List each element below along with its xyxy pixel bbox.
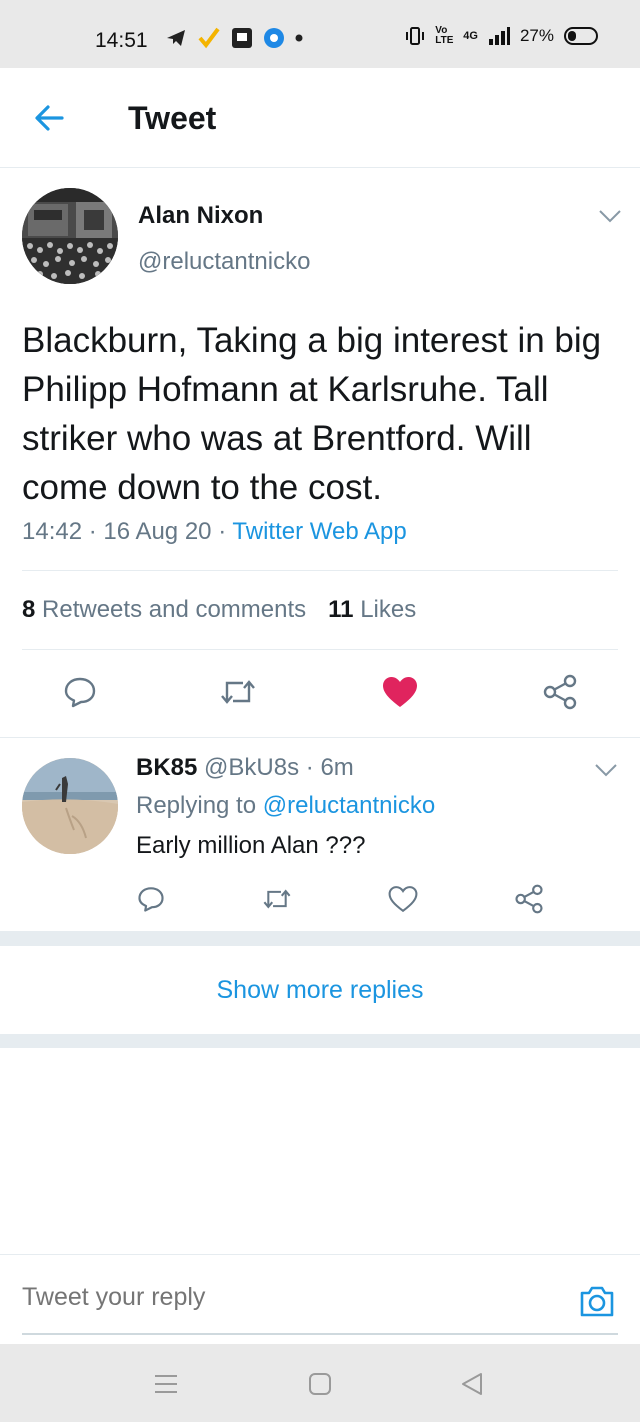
status-time: 14:51 (95, 29, 148, 52)
app-icon (232, 28, 252, 48)
system-icons: Vo LTE 4G 27% (405, 26, 598, 46)
chevron-down-icon[interactable] (594, 762, 618, 778)
heart-filled-icon (383, 677, 417, 707)
chevron-down-icon[interactable] (598, 208, 622, 224)
retweet-button[interactable] (218, 672, 258, 712)
replying-prefix: Replying to (136, 792, 257, 819)
reply-share-button[interactable] (512, 882, 546, 916)
crowd-photo-icon (22, 188, 118, 284)
check-icon (198, 27, 220, 49)
back-triangle-icon (462, 1373, 482, 1395)
show-more-replies-button[interactable]: Show more replies (0, 946, 640, 1034)
battery-icon (564, 27, 598, 45)
likes-stat[interactable]: 11 Likes (328, 596, 416, 624)
retweets-label: Retweets and comments (42, 596, 307, 623)
system-navigation-bar (0, 1344, 640, 1422)
circle-app-icon (264, 28, 284, 48)
network-label: 4G (463, 30, 478, 42)
back-button[interactable] (458, 1370, 486, 1398)
tweet-source-link[interactable]: Twitter Web App (232, 518, 406, 545)
section-divider (0, 932, 640, 946)
signal-icon (488, 27, 510, 45)
home-square-icon (309, 1373, 331, 1395)
share-icon (515, 884, 543, 914)
top-app-bar: Tweet (0, 68, 640, 168)
author-handle[interactable]: @reluctantnicko (138, 248, 310, 276)
retweet-icon (263, 889, 291, 909)
reply-age: 6m (320, 754, 354, 781)
reply-input[interactable] (22, 1283, 542, 1312)
share-button[interactable] (540, 672, 580, 712)
meta-separator: · (218, 518, 233, 545)
dot-icon (295, 34, 303, 42)
section-divider (0, 1034, 640, 1048)
retweet-icon (221, 680, 255, 704)
tweet-date: 16 Aug 20 (103, 518, 212, 545)
beach-photo-icon (22, 758, 118, 854)
likes-count: 11 (328, 596, 354, 623)
reply-button[interactable] (60, 672, 100, 712)
tweet-actions (0, 666, 640, 718)
telegram-icon (167, 30, 185, 46)
retweets-count: 8 (22, 596, 36, 623)
reply-composer (0, 1254, 640, 1344)
reply-author-name[interactable]: BK85 (136, 754, 197, 781)
home-button[interactable] (306, 1370, 334, 1398)
main-tweet: Alan Nixon @reluctantnicko Blackburn, Ta… (0, 168, 640, 738)
tweet-meta: 14:42 · 16 Aug 20 · Twitter Web App (22, 518, 407, 546)
arrow-left-icon[interactable] (32, 103, 68, 133)
comment-icon (138, 887, 164, 912)
reply-actions (0, 878, 640, 918)
reply-avatar[interactable] (22, 758, 118, 854)
reply-like-button[interactable] (386, 882, 420, 916)
battery-percent: 27% (519, 26, 554, 45)
heart-outline-icon (388, 886, 418, 913)
menu-lines-icon (155, 1375, 177, 1393)
likes-label: Likes (360, 596, 417, 623)
reply-separator: · (305, 754, 314, 781)
share-icon (543, 674, 577, 710)
meta-separator: · (88, 518, 104, 545)
page-title: Tweet (128, 100, 217, 136)
author-avatar[interactable] (22, 188, 118, 284)
vibrate-icon (406, 27, 425, 45)
recents-button[interactable] (152, 1370, 180, 1398)
status-bar: 14:51 Vo LTE 4G 27% (0, 0, 640, 68)
author-name[interactable]: Alan Nixon (138, 202, 263, 230)
volte-label: Vo LTE (435, 25, 454, 46)
reply-reply-button[interactable] (134, 882, 168, 916)
retweets-stat[interactable]: 8 Retweets and comments (22, 596, 306, 624)
reply-tweet[interactable]: BK85 @BkU8s · 6m Replying to @reluctantn… (0, 738, 640, 932)
like-button[interactable] (380, 672, 420, 712)
reply-retweet-button[interactable] (260, 882, 294, 916)
tweet-time: 14:42 (22, 518, 83, 545)
replying-to: Replying to @reluctantnicko (136, 792, 435, 820)
reply-text: Early million Alan ??? (136, 832, 366, 859)
replying-mention-link[interactable]: @reluctantnicko (263, 792, 435, 819)
tweet-text: Blackburn, Taking a big interest in big … (22, 321, 602, 507)
camera-icon[interactable] (578, 1283, 616, 1319)
notification-icons (165, 26, 303, 50)
comment-icon (64, 677, 96, 708)
tweet-stats: 8 Retweets and comments 11 Likes (22, 570, 618, 650)
reply-header: BK85 @BkU8s · 6m (136, 754, 354, 782)
input-underline (22, 1333, 618, 1335)
reply-author-handle[interactable]: @BkU8s (204, 754, 299, 781)
